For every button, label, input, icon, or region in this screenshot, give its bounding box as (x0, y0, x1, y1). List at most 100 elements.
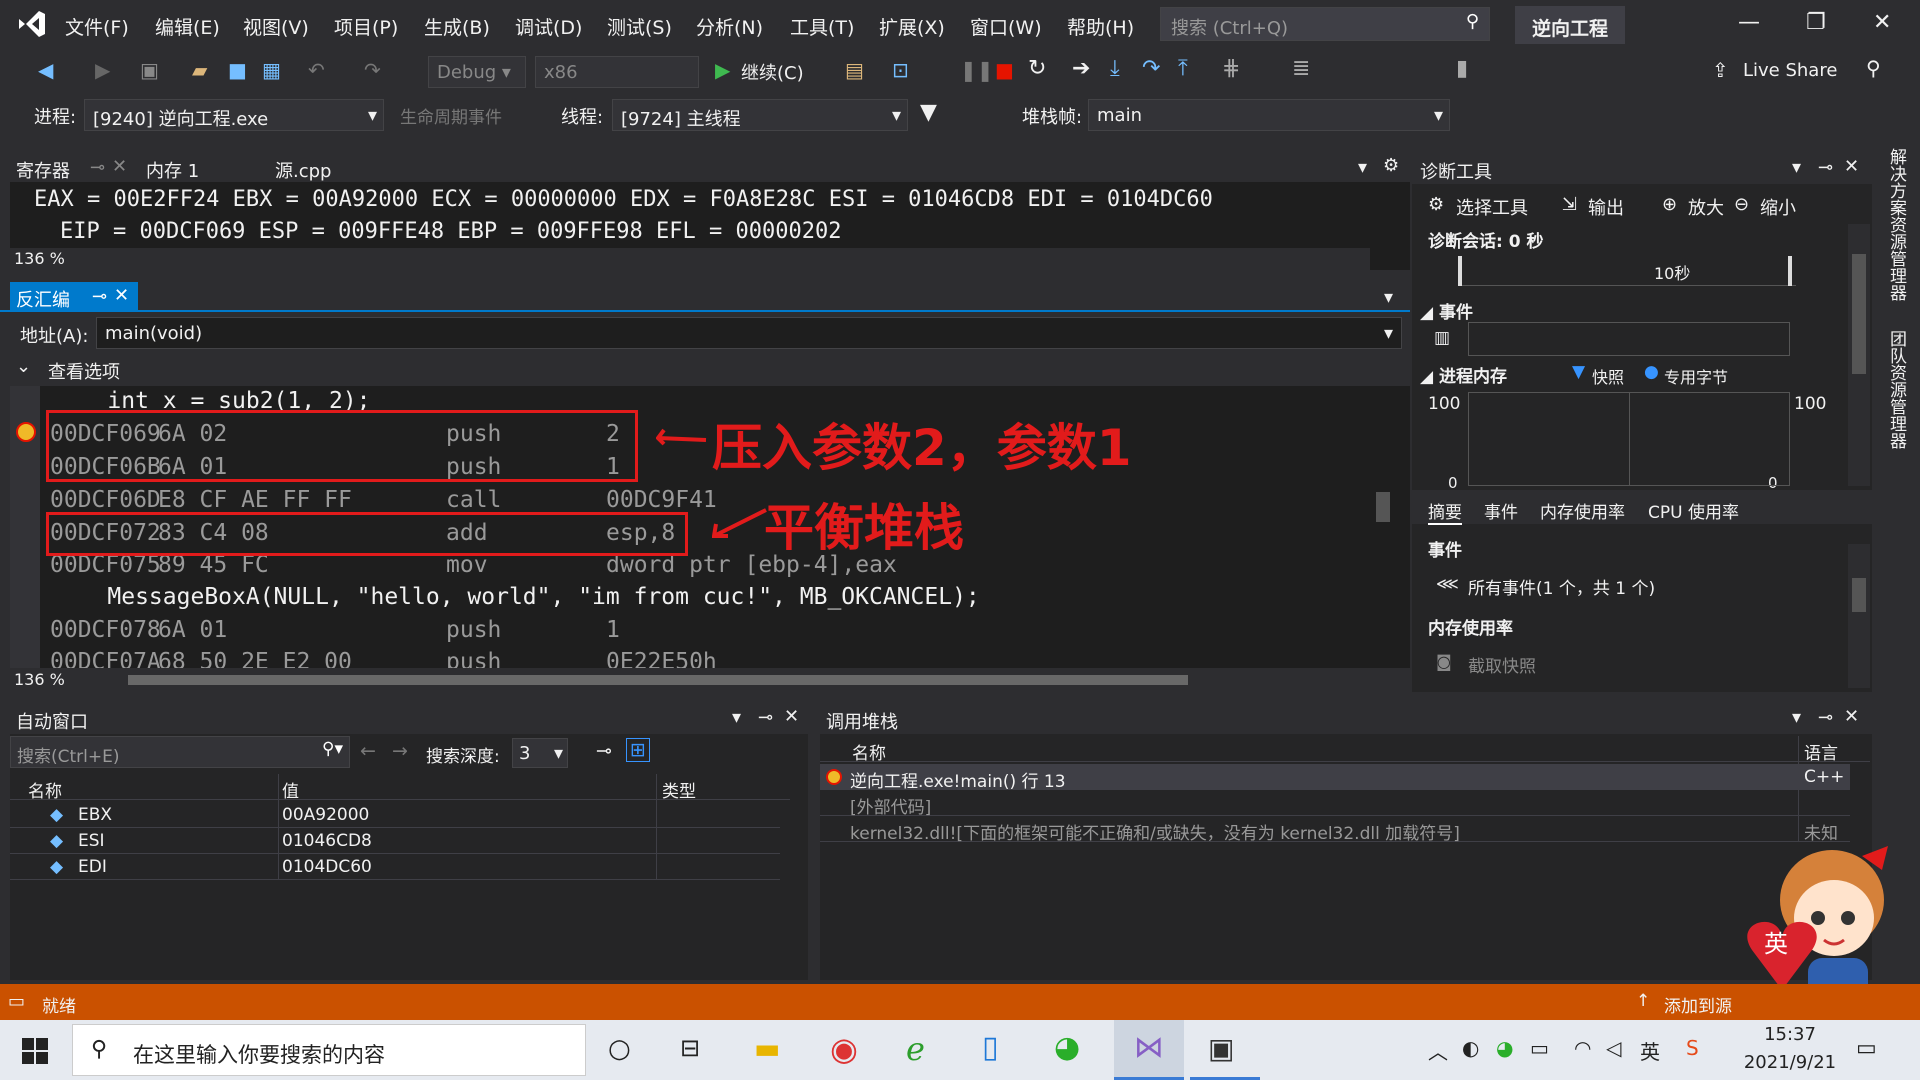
restore-icon[interactable]: ❐ (1806, 10, 1826, 35)
close-icon[interactable]: ✕ (1844, 156, 1859, 177)
pin-watch-icon[interactable]: ⊸ (596, 740, 612, 762)
tab-dropdown-icon[interactable]: ▾ (1384, 287, 1393, 308)
phone-app-icon[interactable]: ▯ (982, 1030, 999, 1065)
global-search-input[interactable]: 搜索 (Ctrl+Q) ⚲ (1160, 7, 1490, 41)
export-icon[interactable]: ⇲ (1562, 194, 1577, 215)
stop-icon[interactable]: ■ (995, 58, 1014, 82)
zoom-in-icon[interactable]: ⊕ (1662, 194, 1677, 215)
col-type[interactable]: 类型 (662, 777, 696, 802)
zoom-in-button[interactable]: 放大 (1688, 194, 1724, 220)
wechat-tray-icon[interactable]: ◕ (1496, 1036, 1513, 1060)
tab-source[interactable]: 源.cpp (275, 157, 331, 183)
cortana-icon[interactable]: ○ (608, 1034, 631, 1064)
hex-display-icon[interactable]: ⊞ (626, 738, 650, 762)
file-explorer-icon[interactable]: ▬ (754, 1032, 780, 1065)
select-tool-button[interactable]: 选择工具 (1456, 194, 1528, 220)
address-input[interactable]: main(void) ▾ (96, 317, 1402, 349)
scroll-thumb[interactable] (1376, 492, 1390, 522)
ime-indicator[interactable]: 英 (1640, 1036, 1660, 1065)
depth-select[interactable]: 3 ▾ (512, 738, 568, 768)
save-all-icon[interactable]: ▦ (262, 58, 281, 82)
clock-date[interactable]: 2021/9/21 (1736, 1052, 1844, 1073)
zoom-out-button[interactable]: 缩小 (1760, 194, 1796, 220)
comment-icon[interactable]: ≣ (1292, 56, 1310, 81)
zoom-out-icon[interactable]: ⊖ (1734, 194, 1749, 215)
qq-icon[interactable]: ◐ (1462, 1036, 1479, 1060)
menu-edit[interactable]: 编辑(E) (155, 13, 220, 40)
diag-scrollbar[interactable] (1848, 224, 1870, 486)
disasm-zoom[interactable]: 136 % (14, 670, 65, 689)
vs-logo-icon[interactable] (16, 8, 48, 40)
windows-start-icon[interactable] (22, 1038, 48, 1064)
taskbar-visual-studio[interactable]: ⋈ (1114, 1020, 1184, 1080)
volume-icon[interactable]: ◁ (1606, 1036, 1621, 1060)
solution-explorer-tab[interactable]: 解决方案资源管理器 (1884, 148, 1909, 301)
table-row[interactable]: ◆ EBX 00A92000 (10, 802, 780, 828)
take-snapshot-button[interactable]: 截取快照 (1468, 652, 1536, 677)
col-value[interactable]: 值 (282, 777, 299, 802)
feedback-icon[interactable]: ⚲ (1866, 56, 1881, 80)
col-language[interactable]: 语言 (1804, 739, 1838, 764)
menu-project[interactable]: 项目(P) (334, 13, 398, 40)
wifi-icon[interactable]: ◠ (1574, 1036, 1591, 1060)
team-explorer-tab[interactable]: 团队资源管理器 (1884, 330, 1909, 449)
minimize-icon[interactable]: — (1738, 10, 1760, 35)
stack-frame-select[interactable]: main ▾ (1088, 99, 1450, 131)
tab-summary[interactable]: 摘要 (1428, 498, 1462, 525)
bookmark-icon[interactable]: ▮ (1456, 56, 1468, 81)
pin-icon[interactable]: ⊸ (1818, 707, 1833, 728)
config-select[interactable]: Debug ▾ (428, 56, 526, 88)
process-select[interactable]: [9240] 逆向工程.exe ▾ (84, 99, 384, 131)
all-events-link[interactable]: 所有事件(1 个，共 1 个) (1468, 574, 1655, 599)
live-share-icon[interactable]: ⇪ (1712, 58, 1729, 82)
show-next-statement-icon[interactable]: ➔ (1072, 56, 1090, 81)
clock-time[interactable]: 15:37 (1740, 1024, 1840, 1045)
chevron-down-icon[interactable]: ⌄ (16, 356, 31, 377)
menu-tools[interactable]: 工具(T) (790, 13, 854, 40)
forward-icon[interactable]: ▶ (95, 58, 110, 82)
table-row[interactable]: 逆向工程.exe!main() 行 13 C++ (820, 764, 1850, 792)
dropdown-icon[interactable]: ▾ (732, 707, 741, 728)
menu-analyze[interactable]: 分析(N) (696, 13, 763, 40)
tab-dropdown-icon[interactable]: ▾ (1358, 157, 1367, 178)
table-row[interactable]: kernel32.dll![下面的框架可能不正确和/或缺失，没有为 kernel… (820, 816, 1850, 844)
menu-test[interactable]: 测试(S) (607, 13, 672, 40)
tab-memory1[interactable]: 内存 1 (146, 157, 199, 183)
filter-icon[interactable]: ▼ (920, 100, 937, 125)
hex-icon[interactable]: ⋕ (1222, 56, 1240, 81)
save-icon[interactable]: ■ (228, 58, 247, 82)
continue-button[interactable]: 继续(C) (741, 59, 804, 85)
menu-build[interactable]: 生成(B) (424, 13, 490, 40)
summary-scrollbar[interactable] (1848, 544, 1870, 688)
settings-icon[interactable]: ⚙ (1383, 155, 1399, 176)
process-memory-title[interactable]: ◢ 进程内存 (1420, 362, 1507, 387)
tab-close-icon[interactable]: ✕ (112, 156, 127, 177)
chrome-icon[interactable]: ◉ (830, 1030, 858, 1068)
menu-window[interactable]: 窗口(W) (970, 13, 1042, 40)
table-row[interactable]: ◆ ESI 01046CD8 (10, 828, 780, 854)
diag-timeline[interactable]: 10秒 (1458, 256, 1796, 286)
screenshot-icon[interactable]: ⊡ (892, 58, 909, 82)
menu-file[interactable]: 文件(F) (65, 13, 129, 40)
taskbar-console[interactable]: ▣ (1190, 1020, 1260, 1080)
table-row[interactable]: ◆ EDI 0104DC60 (10, 854, 780, 880)
battery-icon[interactable]: ▭ (1530, 1036, 1549, 1060)
step-into-icon[interactable]: ⤓ (1110, 56, 1120, 81)
pin-icon[interactable]: ⊸ (92, 286, 107, 307)
task-view-icon[interactable]: ⊟ (680, 1034, 700, 1062)
output-button[interactable]: 输出 (1588, 194, 1624, 220)
autos-search-input[interactable]: 搜索(Ctrl+E) ⚲▾ (10, 736, 350, 768)
input-method-icon[interactable]: S (1686, 1036, 1699, 1060)
close-icon[interactable]: ✕ (1844, 706, 1859, 727)
add-to-source-control[interactable]: 添加到源 (1664, 992, 1732, 1017)
step-out-icon[interactable]: ⤒ (1178, 56, 1188, 81)
disasm-vscroll[interactable] (1370, 386, 1396, 668)
menu-debug[interactable]: 调试(D) (515, 13, 582, 40)
tab-memory-usage[interactable]: 内存使用率 (1540, 498, 1625, 523)
tab-registers[interactable]: 寄存器 (16, 157, 70, 183)
close-icon[interactable]: ✕ (784, 706, 799, 727)
menu-extensions[interactable]: 扩展(X) (879, 13, 945, 40)
open-folder-icon[interactable]: ▰ (192, 58, 207, 82)
registers-scrollbar[interactable] (1370, 182, 1396, 248)
lifecycle-events[interactable]: 生命周期事件 (400, 103, 502, 128)
